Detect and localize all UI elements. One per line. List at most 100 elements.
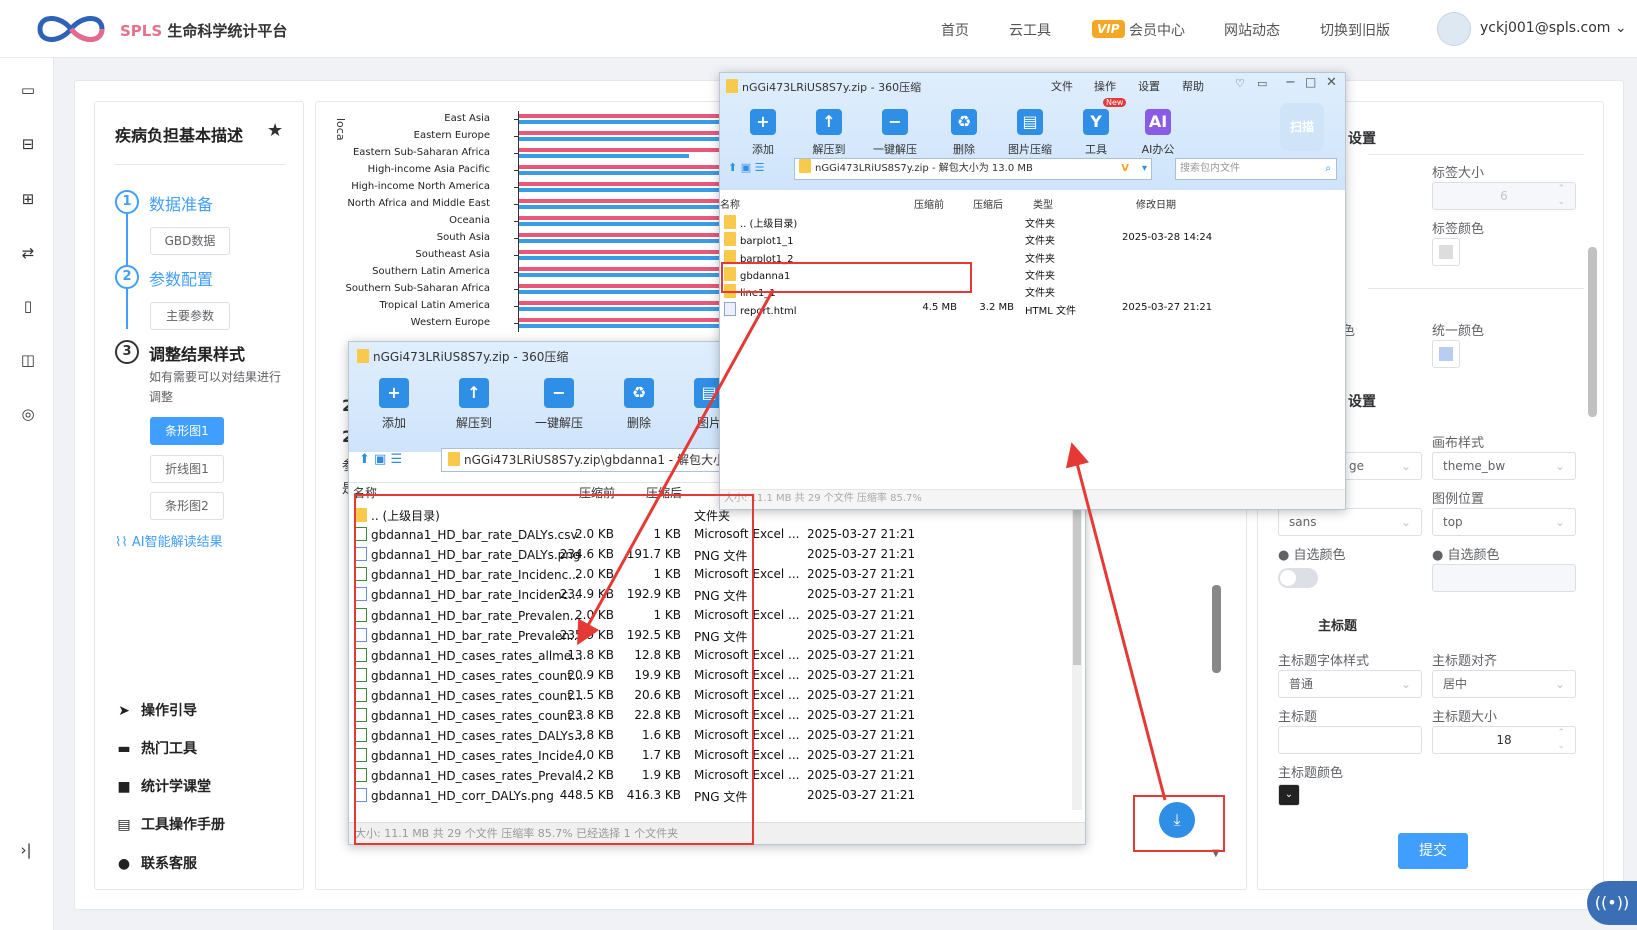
- tool-extract-to[interactable]: ↑ 解压到: [806, 109, 852, 157]
- tool-quick-extract[interactable]: − 一键解压: [529, 378, 589, 431]
- ai-interpret-link[interactable]: ⌇⌇ AI智能解读结果: [115, 531, 223, 550]
- scrollbar-track[interactable]: [1072, 504, 1082, 810]
- file-row[interactable]: report.html 4.5 MB 3.2 MB HTML 文件 2025-03-27…: [720, 300, 1345, 317]
- bar: [519, 148, 719, 152]
- submit-button[interactable]: 提交: [1398, 833, 1468, 869]
- maximize-icon[interactable]: □: [1305, 75, 1316, 89]
- col-size-before[interactable]: 压缩前: [914, 196, 944, 211]
- scrollbar[interactable]: [1588, 247, 1597, 417]
- book-icon[interactable]: ◫: [18, 350, 38, 370]
- scan-button[interactable]: 扫描: [1280, 103, 1324, 151]
- skin-icon[interactable]: ♡: [1235, 77, 1245, 90]
- support-link[interactable]: ● 联系客服: [115, 853, 197, 873]
- file-row[interactable]: barplot1_1 文件夹 2025-03-28 14:24: [720, 230, 1345, 247]
- legend-position-select[interactable]: top ⌄: [1432, 508, 1576, 536]
- tool-add[interactable]: + 添加: [740, 109, 786, 157]
- menu-file[interactable]: 文件: [1051, 78, 1073, 94]
- title-color-picker[interactable]: ⌄: [1278, 784, 1300, 806]
- nav-home[interactable]: 首页: [941, 20, 969, 40]
- title-input[interactable]: [1278, 726, 1422, 754]
- tool-image-compress[interactable]: ▤ 图片压缩: [1000, 109, 1060, 157]
- send-icon: ➤: [118, 703, 130, 719]
- tool-extract-to[interactable]: ↑ 解压到: [449, 378, 499, 431]
- manual-link[interactable]: ▤ 工具操作手册: [115, 814, 225, 834]
- path-nav-icons[interactable]: ⬆ ▣ ☰: [359, 452, 402, 467]
- search-icon[interactable]: ⌕: [1325, 159, 1331, 179]
- tool-delete[interactable]: ♻ 删除: [941, 109, 987, 157]
- favorite-icon[interactable]: V: [1121, 159, 1129, 179]
- minimize-icon[interactable]: −: [1285, 75, 1296, 90]
- barplot2-button[interactable]: 条形图2: [150, 492, 224, 520]
- col-date[interactable]: 修改日期: [1136, 196, 1176, 211]
- label-size-input[interactable]: 6 ⌃ ⌄: [1432, 182, 1576, 210]
- tool-add[interactable]: + 添加: [369, 378, 419, 431]
- stats-class-link[interactable]: ■ 统计学课堂: [115, 776, 211, 796]
- file-date: 2025-03-27 21:21: [807, 627, 916, 642]
- chat-icon[interactable]: ◎: [18, 404, 38, 424]
- folder-icon[interactable]: ▭: [18, 80, 38, 100]
- menu-action[interactable]: 操作: [1094, 78, 1116, 94]
- step-3-label[interactable]: 调整结果样式: [149, 341, 245, 365]
- avatar[interactable]: [1437, 12, 1471, 46]
- video-icon: ■: [117, 779, 131, 795]
- font-select[interactable]: sans ⌄: [1278, 508, 1422, 536]
- step-1-label[interactable]: 数据准备: [149, 191, 213, 215]
- nav-site-news[interactable]: 网站动态: [1224, 20, 1280, 40]
- nav-switch-old[interactable]: 切换到旧版: [1320, 20, 1390, 40]
- file-date: 2025-03-27 21:21: [807, 647, 916, 662]
- download-icon[interactable]: ⤓: [1159, 802, 1195, 838]
- col-size-after[interactable]: 压缩后: [973, 196, 1003, 211]
- custom-color-input[interactable]: [1432, 564, 1576, 592]
- menu-settings[interactable]: 设置: [1138, 78, 1160, 94]
- tool-ai-office[interactable]: AI AI办公: [1133, 109, 1183, 157]
- tool-quick-extract[interactable]: − 一键解压: [870, 109, 920, 157]
- logo-icon[interactable]: [30, 9, 112, 49]
- file-type: 文件夹: [1025, 253, 1055, 265]
- custom-color-toggle[interactable]: [1278, 568, 1318, 588]
- barplot1-button[interactable]: 条形图1: [150, 417, 224, 445]
- path-bar[interactable]: nGGi473LRiUS8S7y.zip - 解包大小为 13.0 MB V ▾: [794, 158, 1152, 180]
- star-icon[interactable]: ★: [267, 120, 283, 141]
- col-name[interactable]: 名称: [720, 196, 740, 211]
- step-2-label[interactable]: 参数配置: [149, 266, 213, 290]
- gbd-data-button[interactable]: GBD数据: [150, 227, 230, 255]
- title-font-select[interactable]: 普通 ⌄: [1278, 670, 1422, 698]
- close-icon[interactable]: ✕: [1326, 75, 1337, 90]
- info-icon: ●: [1278, 548, 1290, 563]
- brand-name[interactable]: SPLS 生命科学统计平台: [120, 20, 287, 41]
- tool-delete[interactable]: ♻ 删除: [614, 378, 664, 431]
- toolbox-icon[interactable]: ⊞: [18, 189, 38, 209]
- col-type[interactable]: 类型: [1033, 196, 1053, 211]
- scrollbar[interactable]: [1212, 585, 1221, 673]
- file-type: 文件夹: [1025, 270, 1055, 282]
- menu-help[interactable]: 帮助: [1182, 78, 1204, 94]
- dropdown-icon[interactable]: ▾: [1142, 159, 1147, 179]
- user-email[interactable]: yckj001@spls.com ⌄: [1480, 20, 1627, 36]
- search-input[interactable]: 搜索包内文件 ⌕: [1175, 158, 1337, 180]
- top-bar: SPLS 生命科学统计平台 首页 云工具 VIP 会员中心 网站动态 切换到旧版…: [0, 0, 1637, 58]
- title-align-select[interactable]: 居中 ⌄: [1432, 670, 1576, 698]
- new-badge: New: [1103, 98, 1127, 107]
- title-size-input[interactable]: 18 ⌃ ⌄: [1432, 726, 1576, 754]
- label-color-picker[interactable]: [1432, 238, 1460, 266]
- broadcast-icon[interactable]: ((•)): [1587, 881, 1637, 925]
- hot-tools-link[interactable]: ▬ 热门工具: [115, 738, 197, 758]
- canvas-style-select[interactable]: theme_bw ⌄: [1432, 452, 1576, 480]
- nav-member-center[interactable]: 会员中心: [1129, 20, 1185, 40]
- bookmark-icon[interactable]: ▯: [18, 296, 38, 316]
- briefcase-icon[interactable]: ⊟: [18, 134, 38, 154]
- feedback-icon[interactable]: ▭: [1257, 77, 1267, 90]
- unify-color-picker[interactable]: [1432, 340, 1460, 368]
- path-nav-icons[interactable]: ⬆ ▣ ☰: [728, 161, 764, 174]
- nav-cloud-tools[interactable]: 云工具: [1009, 20, 1051, 40]
- add-icon: +: [750, 109, 776, 135]
- exchange-icon[interactable]: ⇄: [18, 243, 38, 263]
- tool-tools[interactable]: Y 工具: [1073, 109, 1119, 157]
- file-row[interactable]: .. (上级目录) 文件夹: [720, 213, 1345, 230]
- recycle-icon: ♻: [624, 378, 654, 408]
- guide-link[interactable]: ➤ 操作引导: [115, 700, 197, 720]
- main-params-button[interactable]: 主要参数: [150, 302, 230, 330]
- chart-icon: ⌇⌇: [115, 535, 128, 550]
- lineplot1-button[interactable]: 折线图1: [150, 455, 224, 483]
- expand-sidebar-icon[interactable]: ›|: [16, 840, 36, 860]
